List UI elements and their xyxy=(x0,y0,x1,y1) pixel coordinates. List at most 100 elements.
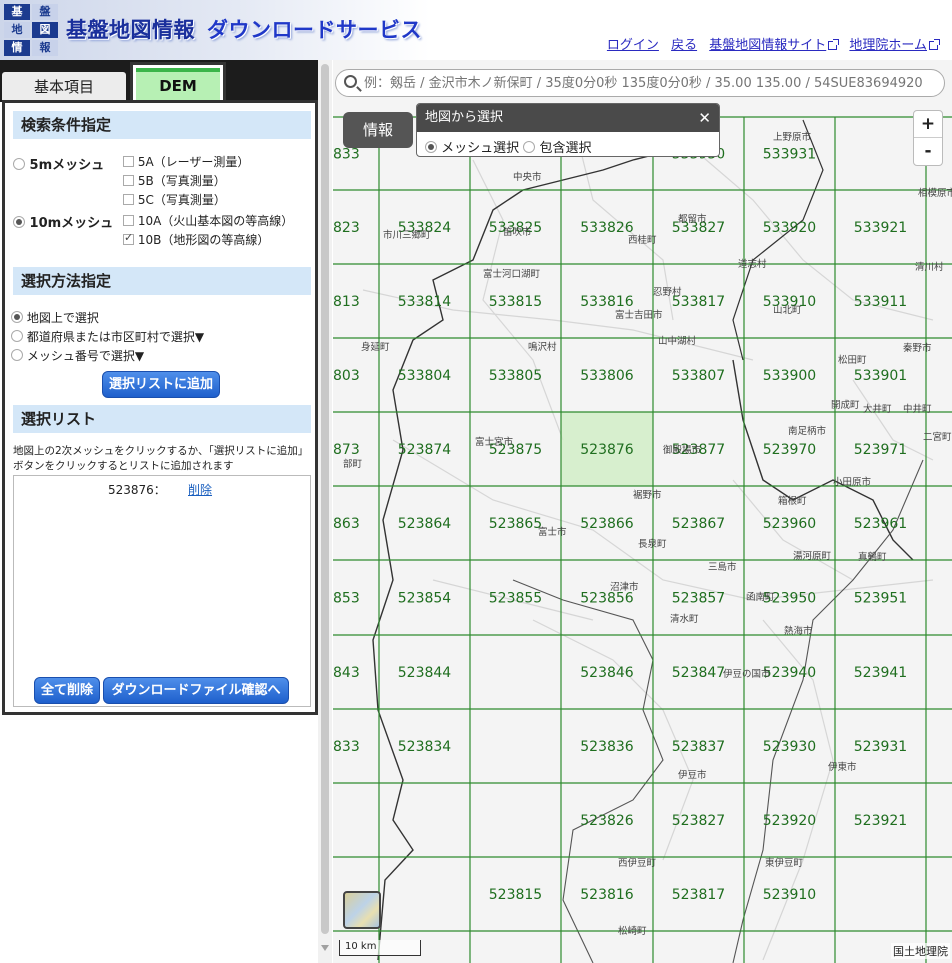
download-confirm-button[interactable]: ダウンロードファイル確認へ xyxy=(103,677,289,704)
method-pref-label: 都道府県または市区町村で選択▼ xyxy=(26,330,205,344)
map-scale-bar: 10 km xyxy=(339,940,421,956)
fgd-site-link[interactable]: 基盤地図情報サイト xyxy=(709,38,840,53)
mesh-code-label: 523867 xyxy=(672,516,725,532)
mesh-code-label: 523910 xyxy=(763,887,816,903)
zoom-out-button[interactable]: - xyxy=(914,138,942,165)
top-links: ログイン 戻る 基盤地図情報サイト 地理院ホーム xyxy=(599,34,940,53)
selection-item-delete-link[interactable]: 削除 xyxy=(188,481,212,498)
radio-icon xyxy=(11,330,23,342)
radio-selected-icon xyxy=(425,141,437,153)
checkbox-icon xyxy=(123,194,134,205)
mesh-code-label: 523865 xyxy=(489,516,542,532)
info-button[interactable]: 情報 xyxy=(343,112,413,148)
option-5b-checkbox[interactable]: 5B（写真測量） xyxy=(123,172,226,189)
method-map-radio[interactable]: 地図上で選択 xyxy=(11,309,99,326)
place-name-label: 小田原市 xyxy=(833,476,872,488)
place-name-label: 伊豆の国市 xyxy=(723,668,771,680)
login-link[interactable]: ログイン xyxy=(607,38,659,53)
zoom-control: + - xyxy=(913,110,943,166)
include-select-label: 包含選択 xyxy=(539,141,592,156)
site-logo[interactable]: 基 盤 地 図 情 報 xyxy=(4,4,58,56)
tab-dem[interactable]: DEM xyxy=(130,62,226,102)
map-select-options: メッシュ選択 包含選択 xyxy=(425,137,591,156)
place-name-label: 秦野市 xyxy=(903,342,932,354)
tab-basic-items[interactable]: 基本項目 xyxy=(2,72,126,102)
place-name-label: 西伊豆町 xyxy=(618,857,657,869)
option-5c-checkbox[interactable]: 5C（写真測量） xyxy=(123,191,226,208)
place-name-label: 南足柄市 xyxy=(788,425,827,437)
checkbox-icon xyxy=(123,156,134,167)
place-name-label: 大井町 xyxy=(863,403,892,415)
place-name-label: 山中湖村 xyxy=(658,335,697,347)
mesh-select-radio[interactable]: メッシュ選択 xyxy=(425,141,519,156)
mesh-code-label: 523834 xyxy=(398,739,452,755)
place-name-label: 都留市 xyxy=(678,213,707,225)
place-name-label: 箱根町 xyxy=(778,495,807,507)
place-search-input[interactable] xyxy=(364,72,939,94)
add-to-list-button[interactable]: 選択リストに追加 xyxy=(102,371,220,398)
place-search-bar[interactable] xyxy=(335,69,945,97)
mesh-code-label: 523931 xyxy=(854,739,907,755)
mesh-code-label: 823 xyxy=(333,220,360,236)
panel-scrollbar[interactable] xyxy=(318,60,332,963)
mesh-code-label: 853 xyxy=(333,591,360,607)
mesh-code-label: 523970 xyxy=(763,442,816,458)
place-name-label: 伊豆市 xyxy=(678,769,707,781)
back-link[interactable]: 戻る xyxy=(671,38,697,53)
mesh-5m-radio[interactable]: 5mメッシュ xyxy=(13,154,104,173)
mesh-code-label: 523827 xyxy=(672,813,725,829)
place-name-label: 忍野村 xyxy=(653,286,682,298)
zoom-in-button[interactable]: + xyxy=(914,111,942,138)
search-icon xyxy=(344,75,357,88)
mesh-code-label: 533804 xyxy=(398,368,452,384)
place-name-label: 中井町 xyxy=(903,403,932,415)
option-5b-label: 5B（写真測量） xyxy=(137,174,226,188)
option-5a-checkbox[interactable]: 5A（レーザー測量） xyxy=(123,153,249,170)
gsi-home-link-label: 地理院ホーム xyxy=(849,38,927,53)
mesh-code-label: 533807 xyxy=(672,368,725,384)
place-name-label: 富士吉田市 xyxy=(615,309,663,321)
scrollbar-thumb[interactable] xyxy=(321,64,329,934)
option-5a-label: 5A（レーザー測量） xyxy=(137,155,250,169)
option-10b-checkbox[interactable]: 10B（地形図の等高線） xyxy=(123,231,269,248)
basemap-switch-thumbnail[interactable] xyxy=(343,891,381,929)
mesh-10m-radio[interactable]: 10mメッシュ xyxy=(13,212,113,231)
mesh-map[interactable]: 8335339305339318235338245338255338265338… xyxy=(333,60,952,963)
map-view[interactable]: 8335339305339318235338245338255338265338… xyxy=(333,60,952,963)
map-road-line xyxy=(392,439,934,601)
mesh-code-label: 523836 xyxy=(580,739,634,755)
site-title-main: 基盤地図情報 xyxy=(66,18,195,42)
place-name-label: 開成町 xyxy=(831,399,860,411)
mesh-code-label: 523866 xyxy=(580,516,634,532)
checkbox-icon xyxy=(123,175,134,186)
external-link-icon xyxy=(828,39,840,50)
place-name-label: 裾野市 xyxy=(633,489,662,501)
selection-list-hint: 地図上の2次メッシュをクリックするか、「選択リストに追加」ボタンをクリックすると… xyxy=(13,445,309,472)
place-name-label: 松崎町 xyxy=(618,925,647,937)
map-select-title: 地図から選択 xyxy=(417,104,719,132)
logo-char: 地 xyxy=(4,22,30,38)
mesh-code-label: 523930 xyxy=(763,739,816,755)
scroll-down-arrow-icon[interactable] xyxy=(321,945,329,951)
site-title: 基盤地図情報 ダウンロードサービス xyxy=(66,14,422,44)
option-10a-checkbox[interactable]: 10A（火山基本図の等高線） xyxy=(123,212,293,229)
mesh-code-label: 523826 xyxy=(580,813,634,829)
delete-all-button[interactable]: 全て削除 xyxy=(34,677,100,704)
mesh-code-label: 523941 xyxy=(854,665,907,681)
fgd-site-link-label: 基盤地図情報サイト xyxy=(709,38,827,53)
logo-char: 報 xyxy=(32,40,58,56)
close-icon[interactable]: ✕ xyxy=(698,104,711,132)
place-name-label: 湯河原町 xyxy=(793,550,832,562)
mesh-code-label: 803 xyxy=(333,368,360,384)
method-meshno-radio[interactable]: メッシュ番号で選択▼ xyxy=(11,347,144,364)
place-name-label: 富士宮市 xyxy=(475,436,514,448)
mesh-code-label: 533920 xyxy=(763,220,816,236)
mesh-code-label: 533815 xyxy=(489,294,542,310)
mesh-code-label: 533911 xyxy=(854,294,907,310)
place-name-label: 笛吹市 xyxy=(503,226,532,238)
include-select-radio[interactable]: 包含選択 xyxy=(523,141,591,156)
gsi-home-link[interactable]: 地理院ホーム xyxy=(849,38,940,53)
mesh-select-label: メッシュ選択 xyxy=(441,141,520,156)
method-pref-radio[interactable]: 都道府県または市区町村で選択▼ xyxy=(11,328,204,345)
place-name-label: 長泉町 xyxy=(638,538,667,550)
